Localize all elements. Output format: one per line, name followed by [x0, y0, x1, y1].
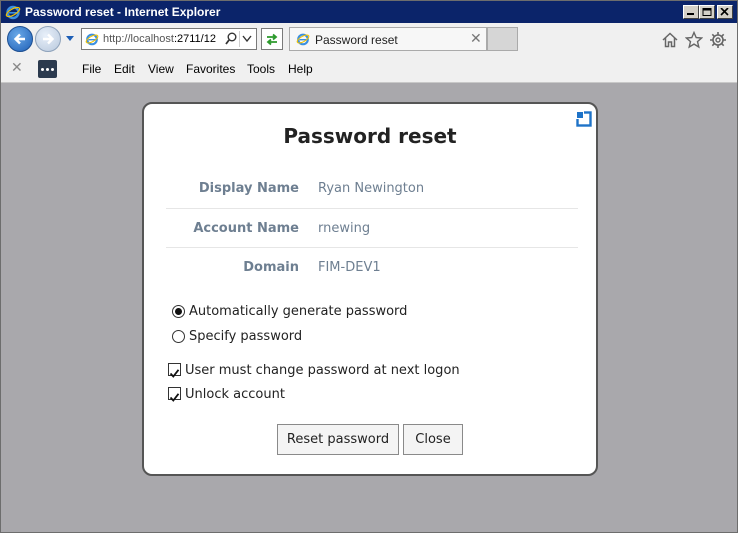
dot-icon: [41, 68, 44, 71]
menu-view[interactable]: View: [148, 62, 174, 76]
checkmark-icon: [169, 369, 180, 378]
menu-tools[interactable]: Tools: [247, 62, 275, 76]
close-button[interactable]: Close: [403, 424, 463, 455]
auto-generate-label[interactable]: Automatically generate password: [189, 304, 407, 319]
row-divider: [166, 208, 578, 209]
checkmark-icon: [169, 393, 180, 402]
favorites-star-icon[interactable]: [685, 31, 703, 49]
display-name-label: Display Name: [198, 181, 299, 196]
specify-password-radio[interactable]: [172, 330, 185, 343]
arrow-left-icon: [13, 33, 25, 45]
tab-password-reset[interactable]: Password reset ✕: [289, 27, 487, 51]
back-button[interactable]: [7, 26, 33, 52]
url-path: :2711/12: [173, 33, 216, 45]
address-divider: [239, 31, 240, 47]
close-toolbar-icon[interactable]: ✕: [11, 60, 23, 76]
maximize-icon: [702, 8, 712, 16]
must-change-checkbox[interactable]: [168, 363, 181, 378]
more-options-button[interactable]: [38, 60, 57, 78]
window-title: Password reset - Internet Explorer: [25, 5, 221, 19]
domain-label: Domain: [243, 260, 299, 275]
search-icon[interactable]: [225, 32, 237, 46]
dropdown-arrow-icon[interactable]: [242, 35, 252, 43]
dot-icon: [46, 68, 49, 71]
new-tab-button[interactable]: [487, 27, 518, 51]
unlock-account-label[interactable]: Unlock account: [185, 387, 285, 402]
address-bar[interactable]: http://localhost:2711/12: [81, 28, 257, 50]
password-reset-dialog: Password reset Display Name Ryan Newingt…: [142, 102, 598, 476]
reset-password-button[interactable]: Reset password: [277, 424, 399, 455]
display-name-value: Ryan Newington: [318, 181, 425, 196]
must-change-label[interactable]: User must change password at next logon: [185, 363, 460, 378]
account-name-label: Account Name: [193, 221, 299, 236]
minimize-icon: [687, 13, 694, 15]
menu-favorites[interactable]: Favorites: [186, 62, 235, 76]
row-divider: [166, 247, 578, 248]
dot-icon: [51, 68, 54, 71]
tab-close-icon[interactable]: ✕: [470, 31, 482, 47]
internet-explorer-icon: [5, 5, 21, 20]
close-icon: [720, 8, 729, 16]
home-icon[interactable]: [661, 31, 679, 49]
close-window-button[interactable]: [717, 5, 733, 19]
url-text[interactable]: http://localhost:2711/12: [103, 33, 223, 45]
title-bar[interactable]: Password reset - Internet Explorer: [1, 1, 737, 23]
dialog-title: Password reset: [283, 124, 457, 148]
arrow-right-icon: [43, 33, 55, 45]
specify-password-label[interactable]: Specify password: [189, 329, 302, 344]
gear-icon[interactable]: [709, 31, 727, 49]
browser-window: Password reset - Internet Explorer http:…: [0, 0, 738, 533]
auto-generate-radio[interactable]: [172, 305, 185, 318]
domain-value: FIM-DEV1: [318, 260, 381, 275]
menu-bar: ✕ File Edit View Favorites Tools Help: [1, 55, 737, 83]
minimize-button[interactable]: [683, 5, 699, 19]
menu-help[interactable]: Help: [288, 62, 313, 76]
unlock-account-checkbox[interactable]: [168, 387, 181, 402]
url-host: http://localhost: [103, 33, 174, 45]
compatibility-refresh-button[interactable]: [261, 28, 283, 50]
navigation-bar: http://localhost:2711/12 Password reset …: [1, 23, 737, 55]
chevron-down-icon[interactable]: [65, 35, 75, 43]
account-name-value: rnewing: [318, 221, 371, 236]
forward-button[interactable]: [35, 26, 61, 52]
tab-label: Password reset: [315, 33, 398, 47]
tab-favicon-icon: [296, 33, 310, 46]
maximize-button[interactable]: [699, 5, 715, 19]
menu-file[interactable]: File: [82, 62, 101, 76]
menu-edit[interactable]: Edit: [114, 62, 135, 76]
refresh-icon: [266, 33, 278, 46]
page-favicon-icon: [85, 33, 99, 46]
